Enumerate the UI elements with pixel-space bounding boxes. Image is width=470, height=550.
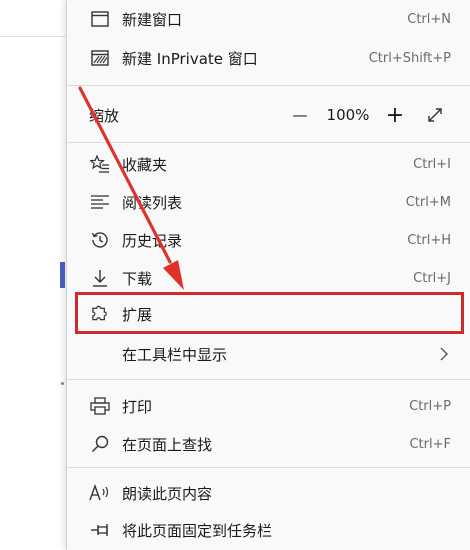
download-icon <box>89 267 111 289</box>
page-background <box>0 0 66 550</box>
menu-item-label: 朗读此页内容 <box>122 484 213 503</box>
menu-item-zoom: 缩放 — 100% + <box>67 96 470 134</box>
zoom-label: 缩放 <box>89 106 120 125</box>
menu-divider <box>67 467 470 468</box>
menu-item-shortcut: Ctrl+J <box>413 270 451 286</box>
menu-item-pin-taskbar[interactable]: 将此页面固定到任务栏 <box>67 511 470 549</box>
chevron-right-icon <box>439 347 449 361</box>
menu-item-read-aloud[interactable]: 朗读此页内容 <box>67 474 470 512</box>
menu-item-downloads[interactable]: 下载 Ctrl+J <box>67 259 470 297</box>
menu-item-shortcut: Ctrl+P <box>409 398 451 414</box>
search-icon <box>89 433 111 455</box>
menu-item-label: 新建 InPrivate 窗口 <box>122 49 258 68</box>
menu-item-label: 下载 <box>122 269 153 288</box>
history-icon <box>89 229 111 251</box>
menu-item-show-in-toolbar[interactable]: 在工具栏中显示 <box>67 335 470 373</box>
menu-item-shortcut: Ctrl+H <box>407 232 451 248</box>
menu-item-new-inprivate[interactable]: 新建 InPrivate 窗口 Ctrl+Shift+P <box>67 39 470 77</box>
zoom-out-button[interactable]: — <box>289 104 311 126</box>
menu-item-label: 收藏夹 <box>122 155 168 174</box>
menu-item-label: 新建窗口 <box>122 10 183 29</box>
star-list-icon <box>89 153 111 175</box>
inprivate-icon <box>89 47 111 69</box>
menu-item-print[interactable]: 打印 Ctrl+P <box>67 387 470 425</box>
menu-item-label: 在页面上查找 <box>122 435 213 454</box>
menu-item-reading-list[interactable]: 阅读列表 Ctrl+M <box>67 183 470 221</box>
menu-item-shortcut: Ctrl+Shift+P <box>368 50 451 66</box>
zoom-in-button[interactable]: + <box>383 102 407 128</box>
menu-item-label: 打印 <box>122 397 153 416</box>
menu-item-label: 将此页面固定到任务栏 <box>122 521 273 540</box>
menu-item-find[interactable]: 在页面上查找 Ctrl+F <box>67 425 470 463</box>
menu-divider <box>67 142 470 143</box>
reading-list-icon <box>89 191 111 213</box>
page-dot <box>61 382 64 385</box>
expand-icon[interactable] <box>423 104 447 126</box>
menu-item-label: 扩展 <box>122 305 153 324</box>
zoom-level: 100% <box>326 106 370 124</box>
menu-item-label: 历史记录 <box>122 231 183 250</box>
printer-icon <box>89 395 111 417</box>
menu-item-shortcut: Ctrl+F <box>409 436 451 452</box>
menu-item-extensions[interactable]: 扩展 <box>67 295 470 333</box>
browser-settings-menu: 新建窗口 Ctrl+N 新建 InPrivate 窗口 Ctrl+Shift+P… <box>66 0 470 550</box>
menu-item-favorites[interactable]: 收藏夹 Ctrl+I <box>67 145 470 183</box>
pin-icon <box>89 519 111 541</box>
menu-divider <box>67 379 470 380</box>
menu-item-label: 在工具栏中显示 <box>122 345 228 364</box>
menu-divider <box>67 85 470 86</box>
puzzle-icon <box>89 303 111 325</box>
menu-item-shortcut: Ctrl+N <box>407 11 451 27</box>
menu-item-shortcut: Ctrl+I <box>413 156 451 172</box>
read-aloud-icon <box>89 482 111 504</box>
window-icon <box>89 8 111 30</box>
menu-item-label: 阅读列表 <box>122 193 183 212</box>
menu-item-history[interactable]: 历史记录 Ctrl+H <box>67 221 470 259</box>
page-divider <box>0 36 66 37</box>
menu-item-shortcut: Ctrl+M <box>405 194 451 210</box>
page-accent-bar <box>60 262 65 288</box>
menu-item-new-window[interactable]: 新建窗口 Ctrl+N <box>67 0 470 38</box>
